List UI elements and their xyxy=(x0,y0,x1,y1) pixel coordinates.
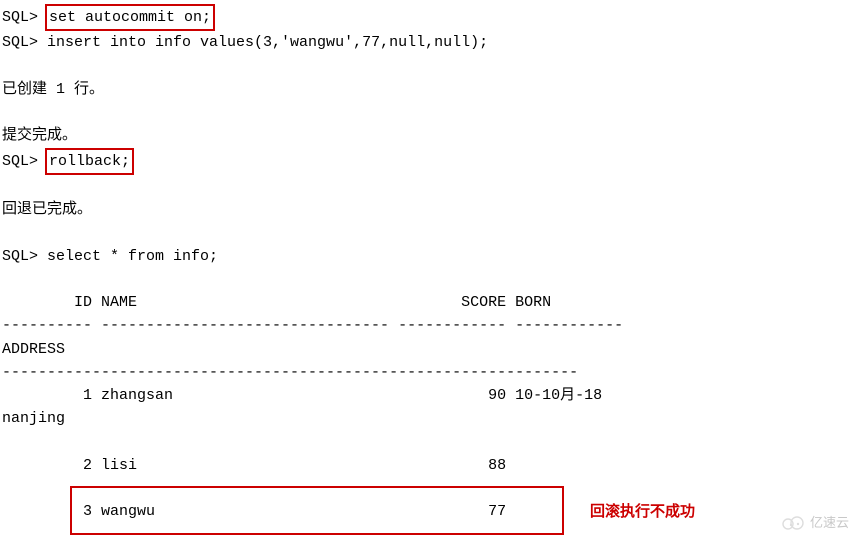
sql-prompt: SQL> xyxy=(2,9,47,26)
cmd-select: select * from info; xyxy=(47,248,218,265)
highlight-row-3 xyxy=(70,486,564,535)
cloud-icon xyxy=(780,514,806,532)
line-1: SQL> set autocommit on; xyxy=(2,4,855,31)
msg-rollback-done: 回退已完成。 xyxy=(2,198,855,221)
table-sep-2: ----------------------------------------… xyxy=(2,361,855,384)
line-rollback: SQL> rollback; xyxy=(2,148,855,175)
line-select: SQL> select * from info; xyxy=(2,245,855,268)
blank-line xyxy=(2,221,855,244)
highlight-rollback: rollback; xyxy=(45,148,134,175)
watermark: 亿速云 xyxy=(780,513,849,533)
msg-commit-done: 提交完成。 xyxy=(2,124,855,147)
annotation-rollback-failed: 回滚执行不成功 xyxy=(590,500,695,523)
highlight-autocommit: set autocommit on; xyxy=(45,4,215,31)
msg-created: 已创建 1 行。 xyxy=(2,78,855,101)
sql-prompt: SQL> xyxy=(2,248,47,265)
table-sep-1: ---------- -----------------------------… xyxy=(2,314,855,337)
blank-line xyxy=(2,268,855,291)
watermark-text: 亿速云 xyxy=(810,513,849,533)
blank-line xyxy=(2,55,855,78)
cmd-insert: insert into info values(3,'wangwu',77,nu… xyxy=(47,34,488,51)
line-2: SQL> insert into info values(3,'wangwu',… xyxy=(2,31,855,54)
table-row: nanjing xyxy=(2,407,855,430)
blank-line xyxy=(2,175,855,198)
blank-line xyxy=(2,101,855,124)
table-header-1: ID NAME SCORE BORN xyxy=(2,291,855,314)
table-header-2: ADDRESS xyxy=(2,338,855,361)
table-row: 2 lisi 88 xyxy=(2,454,855,477)
sql-prompt: SQL> xyxy=(2,34,47,51)
table-row: 1 zhangsan 90 10-10月-18 xyxy=(2,384,855,407)
blank-line xyxy=(2,431,855,454)
sql-prompt: SQL> xyxy=(2,153,47,170)
